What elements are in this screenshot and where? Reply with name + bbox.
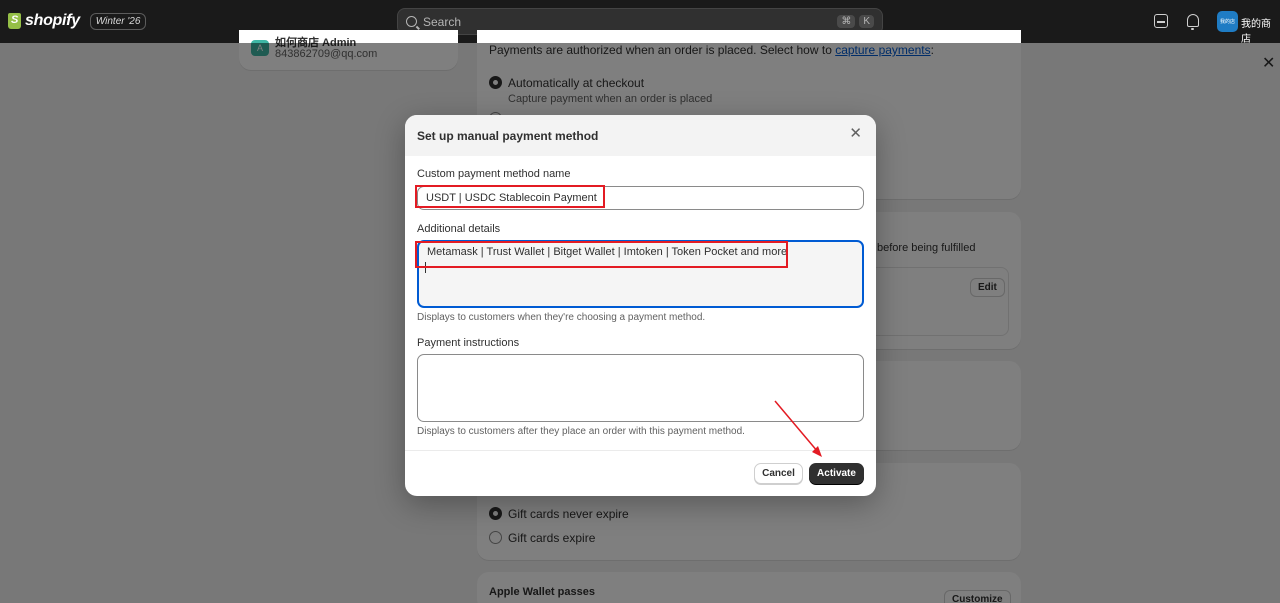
payment-instructions-textarea[interactable] — [417, 354, 864, 422]
modal-footer: Cancel Activate — [405, 450, 876, 496]
shortcut-cmd-key: ⌘ — [837, 15, 856, 28]
notification-bell-icon[interactable] — [1187, 14, 1199, 30]
activate-button[interactable]: Activate — [809, 463, 864, 484]
modal-title: Set up manual payment method — [417, 128, 599, 143]
search-placeholder: Search — [423, 14, 462, 29]
brand-name: shopify — [25, 12, 80, 29]
search-icon — [406, 16, 417, 27]
store-name[interactable]: 我的商店 — [1241, 15, 1280, 45]
modal-header: Set up manual payment method ✕ — [405, 115, 876, 156]
details-help-text: Displays to customers when they're choos… — [417, 312, 706, 323]
edition-badge: Winter '26 — [89, 12, 147, 30]
text-caret — [425, 262, 426, 273]
cancel-button[interactable]: Cancel — [754, 463, 803, 484]
shopify-logo[interactable]: shopify Winter '26 — [8, 12, 147, 30]
additional-details-label: Additional details — [417, 223, 501, 235]
shopify-bag-icon — [8, 13, 21, 29]
shortcut-k-key: K — [859, 15, 874, 28]
method-name-label: Custom payment method name — [417, 168, 571, 180]
method-name-input[interactable]: USDT | USDC Stablecoin Payment — [417, 186, 864, 210]
close-icon[interactable]: ✕ — [849, 126, 862, 141]
instructions-help-text: Displays to customers after they place a… — [417, 426, 745, 437]
inbox-icon[interactable] — [1154, 14, 1168, 28]
store-avatar[interactable]: 我的店 — [1217, 11, 1238, 32]
payment-instructions-label: Payment instructions — [417, 337, 520, 349]
additional-details-textarea[interactable]: Metamask | Trust Wallet | Bitget Wallet … — [417, 240, 864, 308]
manual-payment-modal: Set up manual payment method ✕ Custom pa… — [405, 115, 876, 496]
